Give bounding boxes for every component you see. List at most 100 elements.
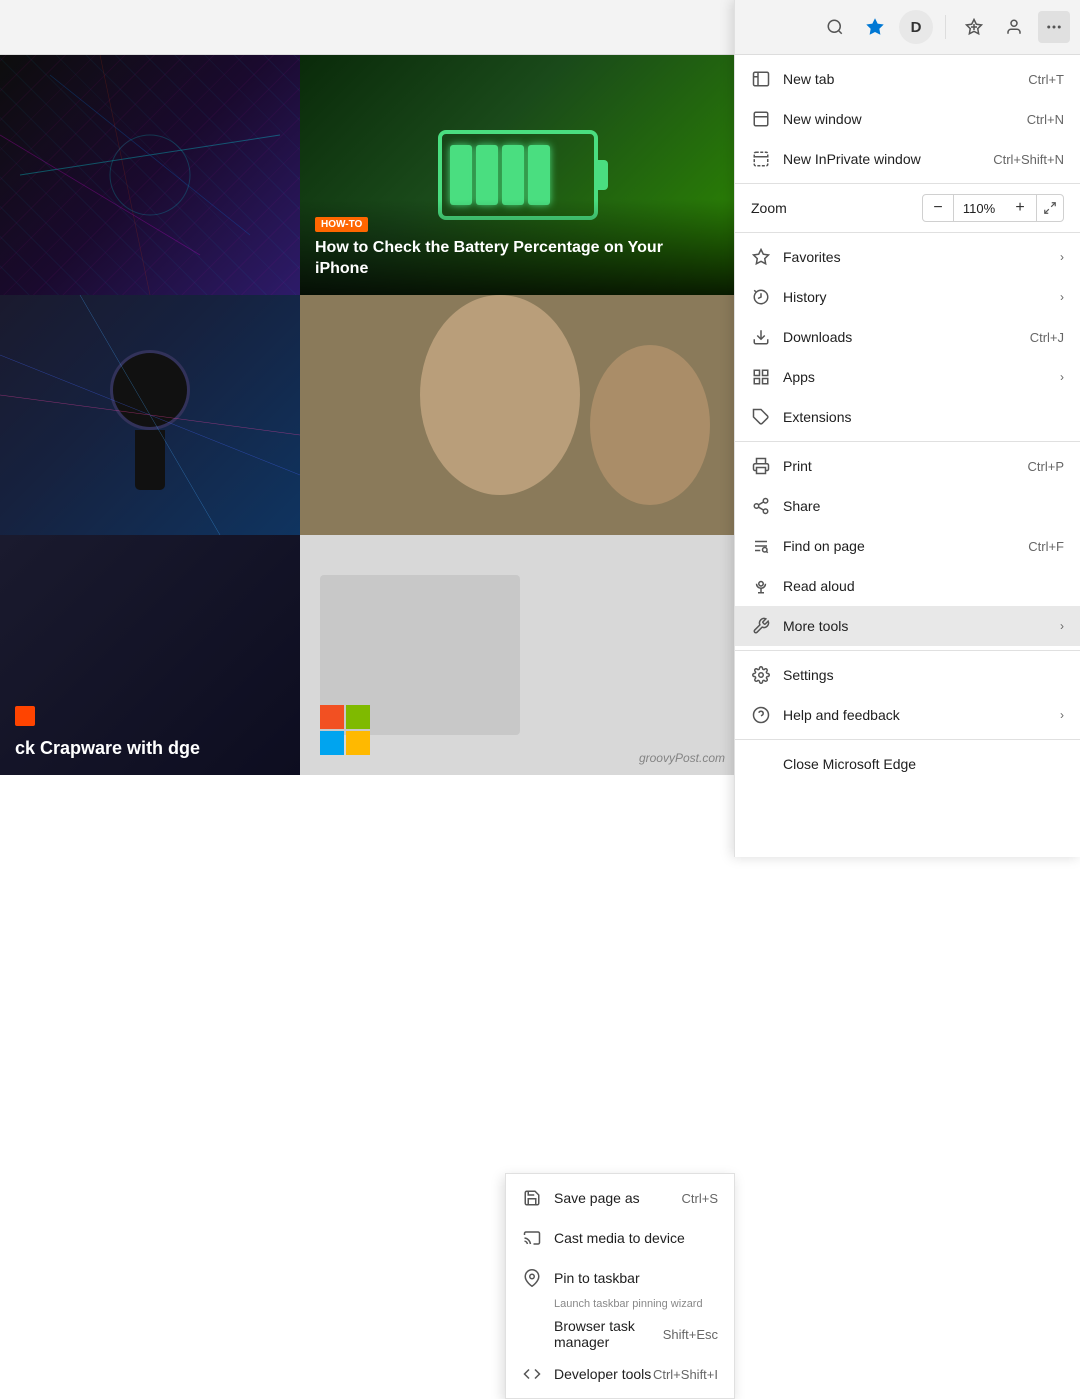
- howto-badge: HOW-TO: [315, 217, 368, 232]
- downloads-icon: [751, 327, 771, 347]
- submenu-item-pin[interactable]: Pin to taskbar: [506, 1258, 734, 1298]
- inprivate-shortcut: Ctrl+Shift+N: [993, 152, 1064, 167]
- menu-item-help[interactable]: Help and feedback ›: [735, 695, 1080, 735]
- battery-seg-3: [502, 145, 524, 205]
- new-window-shortcut: Ctrl+N: [1027, 112, 1064, 127]
- menu-item-read-aloud[interactable]: Read aloud: [735, 566, 1080, 606]
- help-arrow: ›: [1060, 708, 1064, 722]
- menu-item-history[interactable]: History ›: [735, 277, 1080, 317]
- favorites-menu-icon: [751, 247, 771, 267]
- zoom-decrease-btn[interactable]: −: [922, 194, 954, 222]
- separator: [945, 15, 946, 39]
- profile-btn[interactable]: [998, 11, 1030, 43]
- pin-icon: [522, 1268, 542, 1288]
- settings-label: Settings: [783, 667, 1064, 683]
- menu-item-new-window[interactable]: New window Ctrl+N: [735, 99, 1080, 139]
- zoom-expand-btn[interactable]: [1036, 194, 1064, 222]
- battery-seg-1: [450, 145, 472, 205]
- find-on-page-label: Find on page: [783, 538, 1028, 554]
- favorites-menu-label: Favorites: [783, 249, 1052, 265]
- ms-sq-green: [346, 705, 370, 729]
- help-label: Help and feedback: [783, 707, 1052, 723]
- cast-icon: [522, 1228, 542, 1248]
- apps-arrow: ›: [1060, 370, 1064, 384]
- apps-icon: [751, 367, 771, 387]
- card-microsoft: groovyPost.com: [300, 535, 735, 775]
- menu-item-new-tab[interactable]: New tab Ctrl+T: [735, 59, 1080, 99]
- menu-item-inprivate[interactable]: New InPrivate window Ctrl+Shift+N: [735, 139, 1080, 179]
- add-favorites-btn[interactable]: [958, 11, 990, 43]
- print-label: Print: [783, 458, 1028, 474]
- extensions-icon: [751, 407, 771, 427]
- close-edge-label: Close Microsoft Edge: [783, 756, 1064, 772]
- inprivate-icon: [751, 149, 771, 169]
- submenu-item-devtools[interactable]: Developer tools Ctrl+Shift+I: [506, 1354, 734, 1394]
- pin-taskbar-label: Pin to taskbar: [554, 1270, 718, 1286]
- zoom-increase-btn[interactable]: +: [1004, 194, 1036, 222]
- menu-item-downloads[interactable]: Downloads Ctrl+J: [735, 317, 1080, 357]
- divider-4: [735, 650, 1080, 651]
- menu-item-close-edge[interactable]: Close Microsoft Edge: [735, 744, 1080, 784]
- history-label: History: [783, 289, 1052, 305]
- keyhole-visual: [110, 350, 190, 480]
- collections-btn[interactable]: D: [899, 10, 933, 44]
- edge-menu: D: [734, 0, 1080, 857]
- share-label: Share: [783, 498, 1064, 514]
- search-icon-btn[interactable]: [819, 11, 851, 43]
- divider-1: [735, 183, 1080, 184]
- more-tools-arrow: ›: [1060, 619, 1064, 633]
- settings-icon: [751, 665, 771, 685]
- menu-item-favorites[interactable]: Favorites ›: [735, 237, 1080, 277]
- ms-sq-red: [320, 705, 344, 729]
- menu-item-settings[interactable]: Settings: [735, 655, 1080, 695]
- card-crapware: ck Crapware with dge: [0, 535, 300, 775]
- menu-item-find[interactable]: Find on page Ctrl+F: [735, 526, 1080, 566]
- battery-seg-2: [476, 145, 498, 205]
- article-grid: HOW-TO How to Check the Battery Percenta…: [0, 55, 735, 775]
- save-page-label: Save page as: [554, 1190, 682, 1206]
- howto-overlay: HOW-TO How to Check the Battery Percenta…: [300, 199, 735, 295]
- more-tools-label: More tools: [783, 618, 1052, 634]
- menu-item-share[interactable]: Share: [735, 486, 1080, 526]
- card-keyhole: [0, 295, 300, 535]
- submenu-item-task-manager[interactable]: Browser task manager Shift+Esc: [506, 1314, 734, 1354]
- read-aloud-icon: [751, 576, 771, 596]
- ms-sq-yellow: [346, 731, 370, 755]
- devtools-icon: [522, 1364, 542, 1384]
- close-edge-icon: [751, 754, 771, 774]
- zoom-label: Zoom: [751, 200, 922, 216]
- article-title-crapware: ck Crapware with dge: [15, 737, 285, 760]
- find-icon: [751, 536, 771, 556]
- more-tools-icon: [751, 616, 771, 636]
- downloads-label: Downloads: [783, 329, 1030, 345]
- new-window-icon: [751, 109, 771, 129]
- task-manager-label: Browser task manager: [554, 1318, 663, 1350]
- microsoft-logo: [320, 705, 370, 755]
- menu-item-print[interactable]: Print Ctrl+P: [735, 446, 1080, 486]
- browser-content: HOW-TO How to Check the Battery Percenta…: [0, 55, 735, 857]
- history-icon: [751, 287, 771, 307]
- divider-3: [735, 441, 1080, 442]
- ms-sq-blue: [320, 731, 344, 755]
- divider-5: [735, 739, 1080, 740]
- new-tab-label: New tab: [783, 71, 1028, 87]
- print-icon: [751, 456, 771, 476]
- read-aloud-label: Read aloud: [783, 578, 1064, 594]
- menu-item-apps[interactable]: Apps ›: [735, 357, 1080, 397]
- settings-menu-btn[interactable]: [1038, 11, 1070, 43]
- print-shortcut: Ctrl+P: [1028, 459, 1064, 474]
- save-page-shortcut: Ctrl+S: [682, 1191, 718, 1206]
- new-window-label: New window: [783, 111, 1027, 127]
- card-battery: HOW-TO How to Check the Battery Percenta…: [300, 55, 735, 295]
- zoom-controls: − 110% +: [922, 194, 1064, 222]
- menu-item-extensions[interactable]: Extensions: [735, 397, 1080, 437]
- submenu-item-save[interactable]: Save page as Ctrl+S: [506, 1178, 734, 1218]
- more-tools-submenu: Save page as Ctrl+S Cast media to device: [505, 1173, 735, 1399]
- keyhole-stem: [135, 430, 165, 490]
- favorites-star-btn[interactable]: [859, 11, 891, 43]
- task-manager-shortcut: Shift+Esc: [663, 1327, 718, 1342]
- submenu-item-cast[interactable]: Cast media to device: [506, 1218, 734, 1258]
- menu-item-more-tools[interactable]: More tools › Save page as Ctrl+S: [735, 606, 1080, 646]
- browser-toolbar: [0, 0, 735, 55]
- zoom-control-row: Zoom − 110% +: [735, 188, 1080, 228]
